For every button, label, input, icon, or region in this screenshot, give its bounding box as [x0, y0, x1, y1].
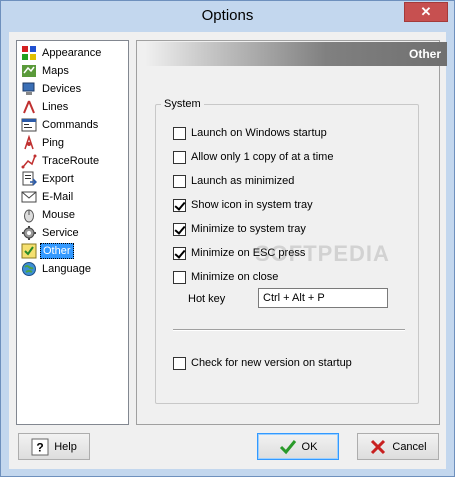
checkmark-icon — [279, 438, 297, 456]
dialog-client-area: Appearance Maps Devices Lines Commands P… — [9, 32, 447, 469]
email-icon — [21, 189, 37, 205]
mouse-icon — [21, 207, 37, 223]
option-label: Minimize on close — [191, 271, 279, 283]
export-icon — [21, 171, 38, 187]
tree-item-devices[interactable]: Devices — [21, 80, 125, 98]
cancel-x-icon — [369, 438, 387, 456]
maps-icon — [21, 63, 37, 79]
tree-item-maps[interactable]: Maps — [21, 62, 125, 80]
option-allow-one-copy[interactable]: Allow only 1 copy of at a time — [173, 149, 333, 165]
service-icon — [21, 225, 37, 241]
option-check-updates[interactable]: Check for new version on startup — [173, 355, 352, 371]
tree-item-lines[interactable]: Lines — [21, 98, 125, 116]
close-button[interactable]: ✕ — [404, 2, 448, 22]
lines-icon — [21, 99, 37, 115]
checkbox[interactable] — [173, 246, 186, 260]
tree-item-service[interactable]: Service — [21, 224, 125, 242]
tree-item-appearance[interactable]: Appearance — [21, 44, 125, 62]
svg-text:?: ? — [37, 440, 44, 454]
tree-item-label: Lines — [42, 101, 69, 113]
devices-icon — [21, 81, 37, 97]
commands-icon — [21, 117, 37, 133]
options-window: Options ✕ Appearance Maps Devices Lines … — [0, 0, 455, 477]
cancel-button[interactable]: Cancel — [357, 433, 439, 460]
window-title: Options — [201, 7, 254, 24]
option-label: Minimize on ESC press — [191, 247, 306, 259]
other-icon — [21, 243, 37, 259]
panel-title: Other — [408, 47, 441, 61]
tree-item-label: Other — [40, 243, 74, 259]
appearance-icon — [21, 45, 37, 61]
help-icon: ? — [31, 438, 49, 456]
group-title: System — [161, 98, 204, 110]
checkbox[interactable] — [173, 150, 186, 164]
help-button-label: Help — [54, 440, 77, 453]
option-minimize-on-close[interactable]: Minimize on close — [173, 269, 278, 285]
checkbox[interactable] — [173, 198, 186, 212]
option-launch-on-startup[interactable]: Launch on Windows startup — [173, 125, 327, 141]
tree-item-ping[interactable]: Ping — [21, 134, 125, 152]
option-show-tray-icon[interactable]: Show icon in system tray — [173, 197, 313, 213]
separator — [173, 329, 405, 331]
tree-item-label: Service — [42, 227, 79, 239]
category-tree[interactable]: Appearance Maps Devices Lines Commands P… — [16, 40, 129, 425]
ping-icon — [21, 134, 37, 151]
tree-item-label: Maps — [42, 65, 69, 77]
tree-item-label: Appearance — [42, 47, 102, 59]
traceroute-icon — [21, 153, 37, 169]
tree-item-label: Mouse — [42, 209, 76, 221]
settings-panel: Other System Launch on Windows startup A… — [136, 40, 447, 425]
tree-item-traceroute[interactable]: TraceRoute — [21, 152, 125, 170]
title-bar[interactable]: Options ✕ — [1, 1, 454, 33]
tree-item-export[interactable]: Export — [21, 170, 125, 188]
option-label: Launch as minimized — [191, 175, 295, 187]
tree-item-label: Ping — [42, 137, 65, 149]
option-minimize-on-esc[interactable]: Minimize on ESC press — [173, 245, 305, 261]
tree-item-label: TraceRoute — [42, 155, 100, 167]
tree-item-label: Commands — [42, 119, 99, 131]
option-label: Show icon in system tray — [191, 199, 313, 211]
option-label: Allow only 1 copy of at a time — [191, 151, 334, 163]
checkbox[interactable] — [173, 126, 186, 140]
option-label: Launch on Windows startup — [191, 127, 327, 139]
checkbox[interactable] — [173, 356, 186, 370]
checkbox[interactable] — [173, 222, 186, 236]
tree-item-label: E-Mail — [42, 191, 74, 203]
tree-item-language[interactable]: Language — [21, 260, 125, 278]
hotkey-label: Hot key — [188, 293, 226, 305]
checkbox[interactable] — [173, 270, 186, 284]
tree-item-commands[interactable]: Commands — [21, 116, 125, 134]
panel-header: Other — [145, 42, 447, 66]
tree-item-label: Language — [42, 263, 91, 275]
language-icon — [21, 261, 37, 277]
option-launch-minimized[interactable]: Launch as minimized — [173, 173, 294, 189]
hotkey-input[interactable] — [258, 288, 388, 308]
ok-button-label: OK — [301, 440, 318, 453]
option-minimize-to-tray[interactable]: Minimize to system tray — [173, 221, 306, 237]
tree-item-label: Export — [42, 173, 74, 185]
tree-item-other[interactable]: Other — [21, 242, 125, 260]
ok-button[interactable]: OK — [257, 433, 339, 460]
help-button[interactable]: ? Help — [18, 433, 90, 460]
tree-item-email[interactable]: E-Mail — [21, 188, 125, 206]
tree-item-label: Devices — [42, 83, 82, 95]
checkbox[interactable] — [173, 174, 186, 188]
tree-item-mouse[interactable]: Mouse — [21, 206, 125, 224]
option-label: Check for new version on startup — [191, 357, 352, 369]
option-label: Minimize to system tray — [191, 223, 306, 235]
cancel-button-label: Cancel — [392, 440, 427, 453]
